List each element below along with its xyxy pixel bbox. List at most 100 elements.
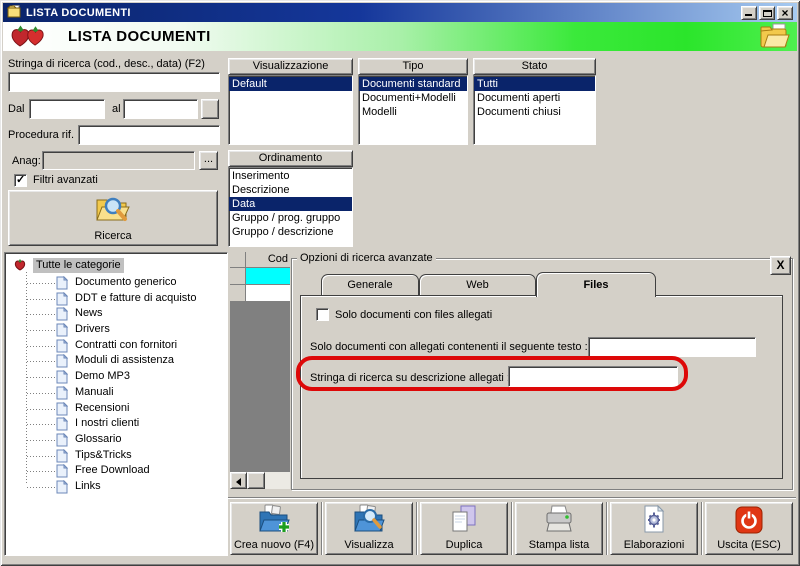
stato-listbox: Stato Tutti Documenti aperti Documenti chi…: [473, 58, 596, 145]
titlebar: LISTA DOCUMENTI: [3, 3, 797, 22]
tool-button-label: Crea nuovo (F4): [233, 539, 315, 551]
tree-item-label: Tips&Tricks: [75, 448, 132, 461]
tree-item[interactable]: Drivers: [5, 322, 225, 338]
table-column-header[interactable]: Cod: [246, 252, 292, 268]
folder-icon[interactable]: [758, 23, 790, 53]
tree-item-label: Demo MP3: [75, 370, 131, 383]
tree-item[interactable]: Glossario: [5, 432, 225, 448]
list-item[interactable]: Gruppo / descrizione: [229, 225, 352, 239]
ordinamento-list: Inserimento Descrizione Data Gruppo / prog.…: [228, 167, 353, 247]
categories-tree: Tutte le categorie Documento generico DD…: [4, 252, 228, 556]
attachment-text-label: Solo documenti con allegati contenenti i…: [310, 341, 588, 353]
toolbar-separator: [320, 502, 323, 555]
tab-files[interactable]: Files: [536, 272, 656, 297]
scroll-left-icon[interactable]: [230, 472, 247, 489]
list-item[interactable]: Descrizione: [229, 183, 352, 197]
dal-label: Dal: [8, 103, 25, 115]
document-icon: [56, 479, 69, 500]
filtri-avanzati-checkbox[interactable]: [14, 173, 27, 187]
procedura-input[interactable]: [78, 125, 220, 145]
tree-item[interactable]: Free Download: [5, 463, 225, 479]
tree-item[interactable]: Manuali: [5, 385, 225, 401]
attachment-text-input[interactable]: [588, 337, 756, 357]
visualizzazione-list: Default: [228, 75, 353, 145]
tree-item-label: Contratti con fornitori: [75, 338, 178, 351]
toolbar-separator: [605, 502, 608, 555]
elaborazioni-button[interactable]: Elaborazioni: [610, 502, 698, 555]
list-item[interactable]: Documenti standard: [359, 77, 467, 91]
tree-item-label: Recensioni: [75, 401, 130, 414]
list-item[interactable]: Inserimento: [229, 169, 352, 183]
list-item[interactable]: Documenti aperti: [474, 91, 595, 105]
window-title: LISTA DOCUMENTI: [26, 6, 131, 19]
panel-close-button[interactable]: X: [770, 256, 791, 275]
tree-item-label: I nostri clienti: [75, 417, 140, 430]
duplica-button[interactable]: Duplica: [420, 502, 508, 555]
anag-browse-button[interactable]: ...: [199, 151, 218, 170]
tree-item[interactable]: Demo MP3: [5, 369, 225, 385]
tree-item-label: DDT e fatture di acquisto: [75, 291, 197, 304]
page-title: LISTA DOCUMENTI: [68, 28, 211, 45]
tool-button-label: Visualizza: [344, 539, 394, 551]
tab-web[interactable]: Web: [419, 274, 536, 295]
tree-root-label: Tutte le categorie: [33, 258, 124, 273]
tab-generale[interactable]: Generale: [321, 274, 419, 295]
list-item[interactable]: Tutti: [474, 77, 595, 91]
minimize-button[interactable]: [741, 5, 757, 20]
tool-button-label: Elaborazioni: [623, 539, 685, 551]
tree-item[interactable]: Moduli di assistenza: [5, 353, 225, 369]
list-item[interactable]: Modelli: [359, 105, 467, 119]
tree-item[interactable]: Recensioni: [5, 401, 225, 417]
maximize-button[interactable]: [759, 5, 775, 20]
ricerca-button-label: Ricerca: [94, 230, 132, 242]
tree-item[interactable]: DDT e fatture di acquisto: [5, 291, 225, 307]
anag-label: Anag:: [12, 155, 41, 167]
horizontal-scrollbar[interactable]: [230, 472, 292, 489]
list-item[interactable]: Documenti+Modelli: [359, 91, 467, 105]
table-row[interactable]: [230, 268, 292, 285]
ricerca-button[interactable]: Ricerca: [8, 190, 218, 246]
list-item[interactable]: Gruppo / prog. gruppo: [229, 211, 352, 225]
stampa-lista-button[interactable]: Stampa lista: [515, 502, 603, 555]
tree-item[interactable]: Tips&Tricks: [5, 448, 225, 464]
tree-item[interactable]: I nostri clienti: [5, 416, 225, 432]
folder-add-icon: [256, 504, 292, 539]
table-empty-area: [230, 302, 292, 472]
close-button[interactable]: [777, 5, 793, 20]
tool-button-label: Duplica: [445, 539, 483, 551]
tree-item[interactable]: Contratti con fornitori: [5, 338, 225, 354]
tree-root[interactable]: Tutte le categorie: [13, 257, 124, 274]
list-item[interactable]: Data: [229, 197, 352, 211]
scrollbar-thumb[interactable]: [247, 472, 265, 489]
attachment-desc-input[interactable]: [508, 366, 678, 387]
app-window: LISTA DOCUMENTI LISTA DOCUMENTI: [0, 0, 800, 566]
search-input[interactable]: [8, 72, 220, 92]
visualizza-button[interactable]: Visualizza: [325, 502, 413, 555]
tree-item[interactable]: Documento generico: [5, 275, 225, 291]
tree-item[interactable]: Links: [5, 479, 225, 495]
solo-files-label: Solo documenti con files allegati: [335, 309, 493, 321]
crea-nuovo-button[interactable]: Crea nuovo (F4): [230, 502, 318, 555]
toolbar-divider: [228, 497, 796, 499]
tree-item-label: Drivers: [75, 323, 110, 336]
app-icon: [6, 4, 21, 21]
tree-item-label: Glossario: [75, 432, 122, 445]
date-picker-button[interactable]: [201, 99, 219, 119]
uscita-button[interactable]: Uscita (ESC): [705, 502, 793, 555]
ordinamento-listbox: Ordinamento Inserimento Descrizione Data Gr…: [228, 150, 353, 247]
tree-item-label: Moduli di assistenza: [75, 354, 175, 367]
list-item[interactable]: Documenti chiusi: [474, 105, 595, 119]
tool-button-label: Uscita (ESC): [717, 539, 781, 551]
dal-date-input[interactable]: [29, 99, 105, 119]
tree-item[interactable]: News: [5, 306, 225, 322]
app-header: LISTA DOCUMENTI: [3, 22, 797, 51]
folder-search-icon: [94, 192, 132, 230]
strawberries-icon: [8, 22, 50, 51]
list-item[interactable]: Default: [229, 77, 352, 91]
table-row[interactable]: [230, 285, 292, 302]
ordinamento-title: Ordinamento: [228, 150, 353, 167]
solo-files-checkbox[interactable]: [316, 308, 329, 321]
al-date-input[interactable]: [123, 99, 198, 119]
anag-input[interactable]: [42, 151, 195, 170]
row-selector-header: [230, 252, 246, 268]
